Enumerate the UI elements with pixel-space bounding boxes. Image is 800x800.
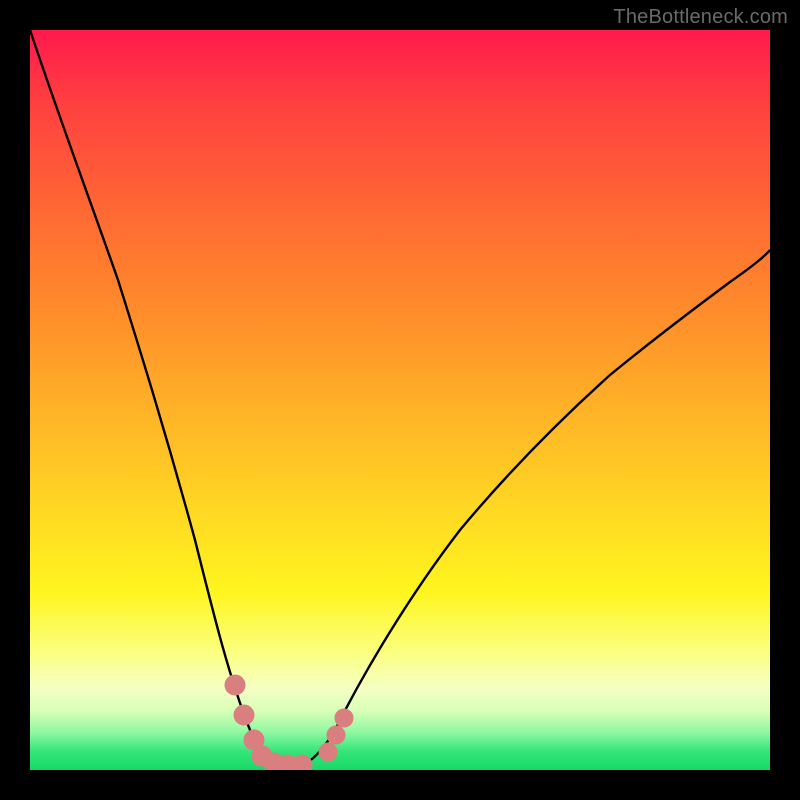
marker-dot (292, 755, 312, 770)
bottleneck-curve (30, 30, 770, 768)
marker-dot (335, 709, 353, 727)
outer-frame: TheBottleneck.com (0, 0, 800, 800)
watermark-text: TheBottleneck.com (613, 6, 788, 29)
marker-dot (319, 743, 337, 761)
marker-dot (225, 675, 245, 695)
curve-layer (30, 30, 770, 770)
plot-area (30, 30, 770, 770)
marker-dot (327, 726, 345, 744)
marker-dot (234, 705, 254, 725)
marker-group (225, 675, 353, 770)
